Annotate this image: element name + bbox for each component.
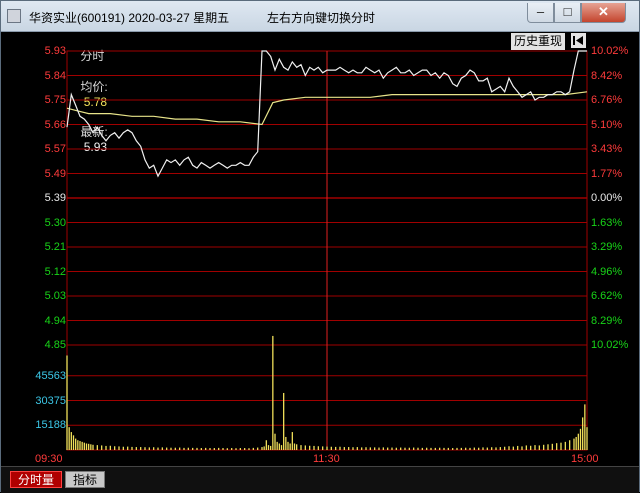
window-title: 华资实业(600191) 2020-03-27 星期五 bbox=[29, 11, 230, 25]
title-bar[interactable]: 华资实业(600191) 2020-03-27 星期五 左右方向键切换分时 – … bbox=[1, 1, 639, 32]
percent-tick-label: 10.02% bbox=[591, 339, 629, 351]
percent-tick-label: 0.00% bbox=[591, 192, 623, 204]
percent-tick-label: 5.10% bbox=[591, 118, 623, 131]
keyboard-hint: 左右方向键切换分时 bbox=[267, 11, 376, 25]
price-tick-label: 5.39 bbox=[44, 192, 66, 204]
time-tick-label: 11:30 bbox=[313, 453, 340, 465]
percent-tick-label: 8.42% bbox=[591, 69, 623, 82]
price-tick-label: 5.57 bbox=[44, 143, 66, 155]
tab-volume[interactable]: 分时量 bbox=[10, 471, 62, 488]
percent-tick-label: 3.29% bbox=[591, 241, 623, 253]
price-tick-label: 5.03 bbox=[44, 290, 66, 302]
price-tick-label: 5.30 bbox=[44, 216, 66, 229]
percent-tick-label: 8.29% bbox=[591, 314, 623, 327]
price-tick-label: 5.75 bbox=[44, 94, 66, 106]
percent-tick-label: 1.77% bbox=[591, 167, 623, 180]
minimize-button[interactable]: – bbox=[527, 3, 554, 23]
price-tick-label: 4.85 bbox=[44, 339, 66, 351]
percent-tick-label: 1.63% bbox=[591, 216, 623, 229]
tab-indicator[interactable]: 指标 bbox=[65, 471, 105, 488]
percent-tick-label: 6.62% bbox=[591, 290, 623, 302]
time-tick-label: 15:00 bbox=[571, 453, 599, 465]
price-tick-label: 5.93 bbox=[44, 45, 66, 57]
price-tick-label: 5.21 bbox=[44, 241, 66, 253]
volume-tick-label: 30375 bbox=[35, 394, 66, 407]
percent-tick-label: 3.43% bbox=[591, 143, 623, 155]
price-tick-label: 5.12 bbox=[44, 265, 66, 278]
price-tick-label: 5.49 bbox=[44, 167, 66, 180]
price-tick-label: 5.84 bbox=[44, 69, 66, 82]
app-icon[interactable] bbox=[7, 9, 21, 23]
price-tick-label: 5.66 bbox=[44, 118, 66, 131]
chart-grid bbox=[66, 50, 588, 451]
app-window: 华资实业(600191) 2020-03-27 星期五 左右方向键切换分时 – … bbox=[0, 0, 640, 493]
intraday-chart[interactable] bbox=[1, 31, 640, 463]
volume-tick-label: 15188 bbox=[35, 419, 66, 432]
maximize-button[interactable]: □ bbox=[554, 3, 581, 23]
close-button[interactable]: ✕ bbox=[581, 3, 626, 23]
bottom-tab-bar: 分时量 指标 bbox=[1, 466, 639, 493]
percent-tick-label: 4.96% bbox=[591, 265, 623, 278]
time-tick-label: 09:30 bbox=[35, 453, 63, 465]
price-tick-label: 4.94 bbox=[44, 314, 66, 327]
percent-tick-label: 10.02% bbox=[591, 45, 629, 57]
volume-tick-label: 45563 bbox=[35, 369, 66, 382]
percent-tick-label: 6.76% bbox=[591, 94, 623, 106]
